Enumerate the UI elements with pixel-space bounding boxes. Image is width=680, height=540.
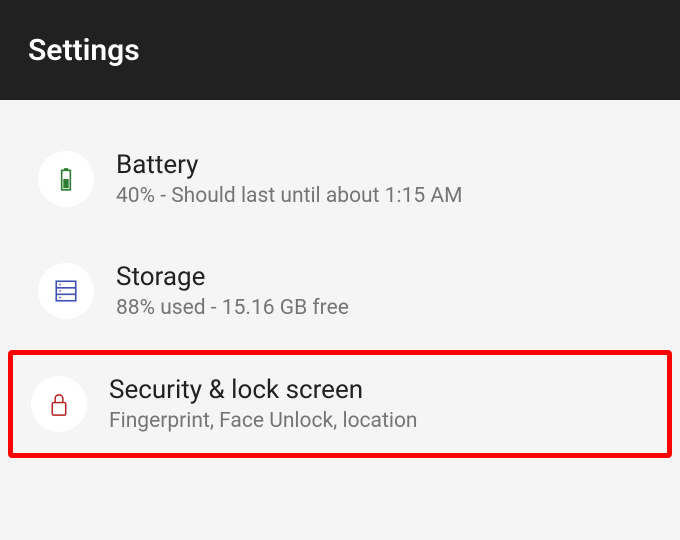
- settings-list: Battery 40% - Should last until about 1:…: [0, 100, 680, 484]
- settings-item-subtitle: Fingerprint, Face Unlock, location: [109, 409, 418, 433]
- settings-item-text: Battery 40% - Should last until about 1:…: [116, 150, 462, 208]
- storage-icon: [38, 263, 94, 319]
- battery-icon: [38, 151, 94, 207]
- page-title: Settings: [28, 33, 140, 68]
- settings-item-subtitle: 88% used - 15.16 GB free: [116, 296, 349, 320]
- app-header: Settings: [0, 0, 680, 100]
- settings-item-security[interactable]: Security & lock screen Fingerprint, Face…: [8, 350, 672, 458]
- settings-item-title: Storage: [116, 262, 349, 292]
- settings-item-title: Security & lock screen: [109, 375, 418, 405]
- settings-item-subtitle: 40% - Should last until about 1:15 AM: [116, 184, 462, 208]
- lock-icon: [31, 376, 87, 432]
- settings-item-battery[interactable]: Battery 40% - Should last until about 1:…: [12, 126, 668, 232]
- settings-item-storage[interactable]: Storage 88% used - 15.16 GB free: [12, 238, 668, 344]
- settings-item-text: Storage 88% used - 15.16 GB free: [116, 262, 349, 320]
- settings-item-text: Security & lock screen Fingerprint, Face…: [109, 375, 418, 433]
- settings-item-title: Battery: [116, 150, 462, 180]
